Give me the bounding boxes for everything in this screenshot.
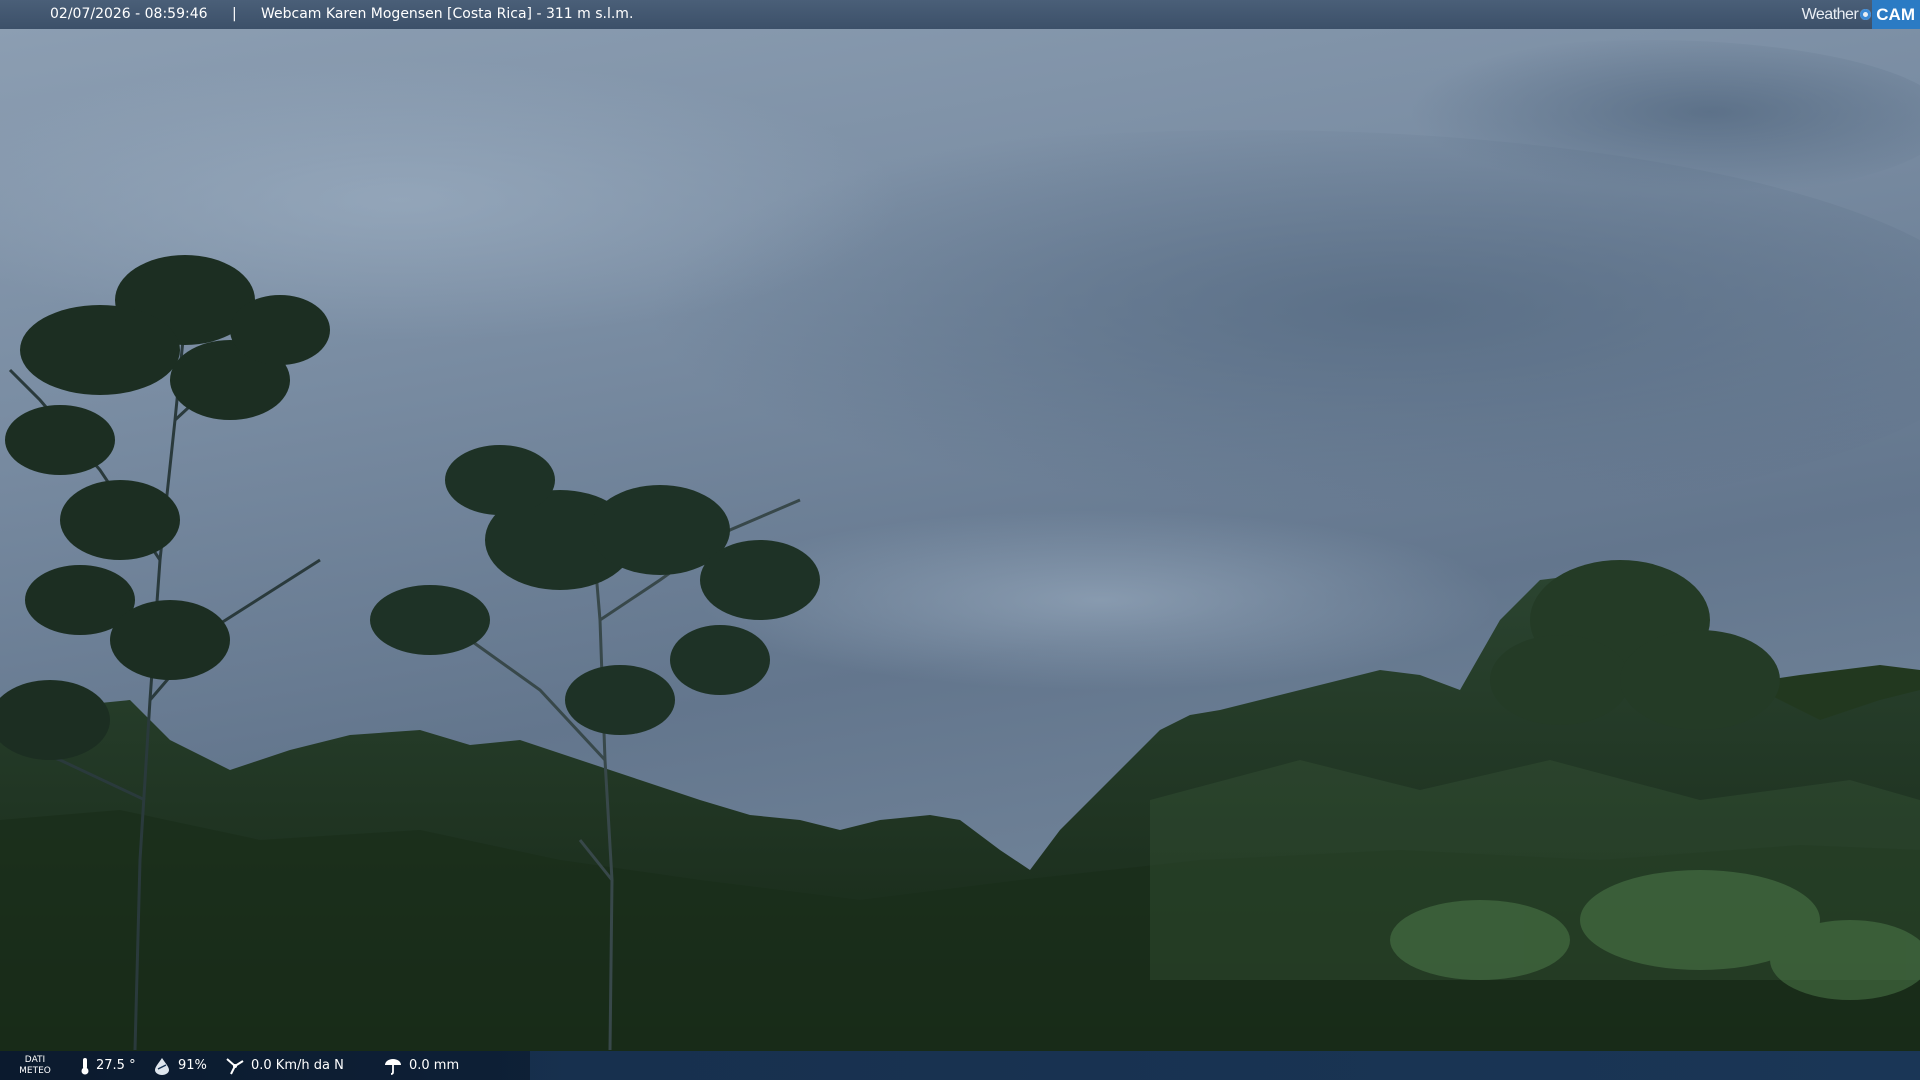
dati-label-line1: DATI <box>24 1055 46 1065</box>
logo-word: Weather <box>1801 5 1859 23</box>
dati-label-line2: METEO <box>19 1066 51 1076</box>
rain-reading: 0.0 mm <box>383 1051 459 1080</box>
top-info-bar: 02/07/2026 - 08:59:46 | Webcam Karen Mog… <box>0 0 1920 29</box>
wind-reading: 0.0 Km/h da N <box>225 1051 344 1080</box>
humidity-icon <box>155 1057 169 1075</box>
separator: | <box>232 6 237 22</box>
temperature-reading: 27.5 ° <box>80 1051 136 1080</box>
weathercam-logo[interactable]: Weather CAM <box>1802 0 1920 29</box>
humidity-value: 91% <box>178 1058 207 1073</box>
rain-gauge-icon <box>385 1058 401 1075</box>
webcam-image <box>0 0 1920 1080</box>
webcam-title: Webcam Karen Mogensen [Costa Rica] - 311… <box>261 6 634 22</box>
weather-data-bar: DATI METEO 27.5 ° 91% 0.0 Km/h da N 0.0 … <box>0 1051 1920 1080</box>
humidity-reading: 91% <box>152 1051 207 1080</box>
dati-meteo-label: DATI METEO <box>16 1055 54 1077</box>
thermometer-icon <box>81 1057 89 1074</box>
wind-value: 0.0 Km/h da N <box>251 1058 344 1073</box>
timestamp: 02/07/2026 - 08:59:46 <box>50 6 208 22</box>
logo-cam: CAM <box>1872 0 1920 29</box>
temperature-value: 27.5 ° <box>96 1058 136 1073</box>
rain-value: 0.0 mm <box>409 1058 460 1073</box>
logo-dot-icon <box>1860 9 1872 20</box>
wind-icon <box>226 1057 244 1074</box>
